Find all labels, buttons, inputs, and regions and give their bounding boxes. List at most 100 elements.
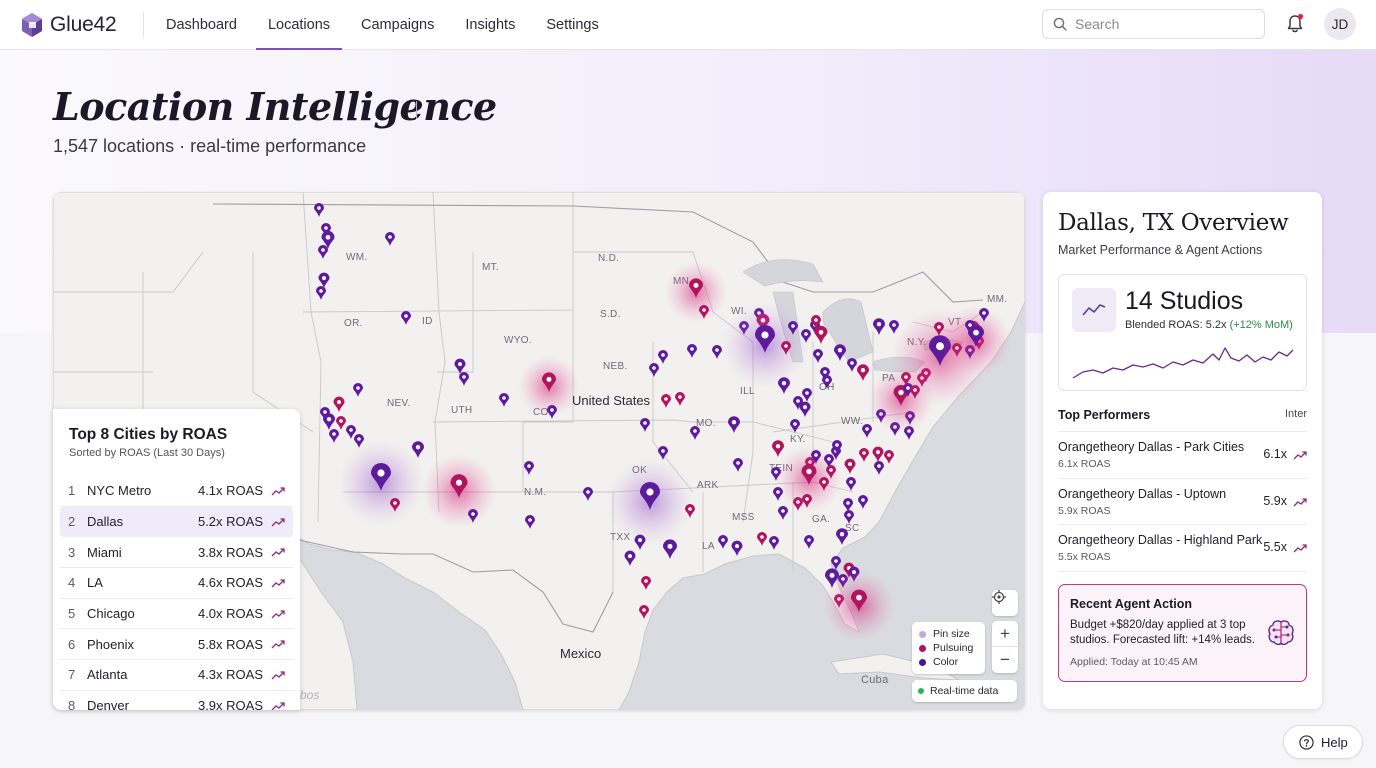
performer-roas: 6.1x ROAS [1058,458,1111,470]
legend-color-dot [919,658,926,666]
nav-settings[interactable]: Settings [534,0,610,50]
state-label: N.M. [524,487,546,498]
location-pin[interactable] [721,301,809,389]
zoom-in-button[interactable]: + [992,621,1018,647]
trend-up-icon [271,671,285,680]
city-roas: 3.9x ROAS [197,698,263,710]
legend-pulsing: Pulsuing [919,641,978,655]
state-label: MO. [696,418,716,429]
agent-action-time: Applied: Today at 10:45 AM [1070,656,1198,668]
country-label-mexico: Mexico [560,646,601,661]
city-name: LA [87,575,103,591]
help-question-icon [1299,734,1314,750]
performer-value: 5.5x [1263,540,1287,554]
city-roas: 4.6x ROAS [197,575,263,591]
search-box[interactable] [1042,9,1265,39]
state-label: LA [702,541,715,552]
state-label: MSS [732,512,755,523]
state-label: ARK [697,480,718,491]
city-name: Atlanta [87,667,128,683]
performer-name: Orangetheory Dallas - Uptown [1058,486,1227,501]
state-label: MM. [987,294,1007,305]
state-label: KY. [790,434,806,445]
locate-me-button[interactable] [992,590,1018,616]
city-row-nyc-metro[interactable]: 1 NYC Metro 4.1x ROAS [60,476,293,507]
location-pin[interactable] [606,458,694,546]
performer-roas: 5.9x ROAS [1058,504,1111,517]
trend-up-icon [271,548,285,557]
top-performer-row[interactable]: Orangetheory Dallas - Highland Park 5.5x … [1058,525,1307,572]
city-roas: 4.1x ROAS [197,483,263,499]
performer-name: Orangetheory Dallas - Highland Park [1058,533,1263,547]
market-overview-panel: Dallas, TX Overview Market Performance &… [1043,192,1322,709]
city-row-dallas[interactable]: 2 Dallas 5.2x ROAS [60,506,293,538]
zoom-controls: + − [992,621,1018,673]
top-performers-list: Orangetheory Dallas - Park Cities 6.1x RO… [1058,431,1307,572]
notifications-bell-icon[interactable] [1283,12,1307,36]
nav-insights[interactable]: Insights [453,0,527,50]
top-performers-header: Top Performers Inter [1058,408,1307,422]
app-logo[interactable]: Glue42 [20,12,135,38]
state-label: WM. [346,252,367,263]
state-label: MT. [482,262,499,273]
country-label-cuba: Cuba [861,674,889,686]
city-name: Miami [87,544,122,560]
top-performer-row[interactable]: Orangetheory Dallas - Park Cities 6.1x RO… [1058,432,1307,479]
realtime-indicator: Real-time data [912,680,1017,702]
nav-dashboard[interactable]: Dashboard [154,0,249,50]
pulsing-location-pin[interactable] [665,261,727,324]
state-label: NEV. [387,398,411,409]
nav-locations[interactable]: Locations [255,0,343,50]
top-cities-panel: Top 8 Cities by ROAS Sorted by ROAS (Las… [53,409,300,710]
help-button[interactable]: Help [1283,725,1363,759]
city-row-phoenix[interactable]: 6 Phoenix 5.8x ROAS [60,629,293,661]
city-row-denver[interactable]: 8 Denver 3.9x ROAS [60,691,293,710]
map-attribution: bos [300,688,320,702]
top-performers-interval[interactable]: Inter [1285,408,1307,422]
legend-color: Color [919,655,978,669]
location-pin[interactable] [337,439,425,527]
performer-value: 5.9x [1263,493,1287,508]
city-row-chicago[interactable]: 5 Chicago 4.0x ROAS [60,599,293,630]
title-caret [416,101,417,119]
trend-up-icon [1293,544,1307,553]
top-cities-title: Top 8 Cities by ROAS [69,426,228,443]
user-avatar[interactable]: JD [1324,8,1356,40]
city-row-atlanta[interactable]: 7 Atlanta 4.3x ROAS [60,660,293,691]
city-rank: 2 [68,514,76,530]
crosshair-icon [992,590,1006,604]
pulsing-location-pin[interactable] [823,570,895,641]
studios-summary-card: 14 Studios Blended ROAS: 5.2x (+12% MoM) [1058,274,1307,391]
top-performer-row[interactable]: Orangetheory Dallas - Uptown 5.9x ROAS 5.9… [1058,479,1307,525]
state-label: GA. [812,514,830,525]
city-row-la[interactable]: 4 LA 4.6x ROAS [60,568,293,599]
agent-action-text: Budget +$820/day applied at 3 top studio… [1070,619,1256,646]
city-row-miami[interactable]: 3 Miami 3.8x ROAS [60,537,293,569]
performer-name: Orangetheory Dallas - Park Cities [1058,440,1245,454]
nav-campaigns[interactable]: Campaigns [349,0,446,50]
zoom-out-button[interactable]: − [992,647,1018,673]
pulsing-location-pin[interactable] [421,453,497,529]
overview-subtitle: Market Performance & Agent Actions [1058,243,1263,257]
state-label: S.D. [600,309,621,320]
search-input[interactable] [1075,16,1245,32]
legend-pulsing-label: Pulsuing [933,642,974,654]
city-name: NYC Metro [87,483,152,499]
location-pin[interactable] [940,305,1012,376]
city-rank: 8 [68,698,76,710]
agent-action-title: Recent Agent Action [1070,597,1192,611]
ai-brain-icon [1268,620,1294,646]
city-roas: 5.8x ROAS [197,636,263,652]
trend-up-icon [1293,451,1307,460]
state-label: WYO. [504,335,532,346]
trend-up-icon [1293,497,1307,506]
legend-pin-size-label: Pin size [933,628,970,640]
recent-agent-action-card[interactable]: Recent Agent Action Budget +$820/day app… [1058,584,1307,682]
city-name: Phoenix [87,636,134,652]
trend-up-icon [271,487,285,496]
trend-up-icon [271,640,285,649]
blended-roas-delta: (+12% MoM) [1229,319,1293,331]
city-rank: 6 [68,636,76,652]
state-label: N.D. [598,253,619,264]
state-label: ID [422,316,433,327]
